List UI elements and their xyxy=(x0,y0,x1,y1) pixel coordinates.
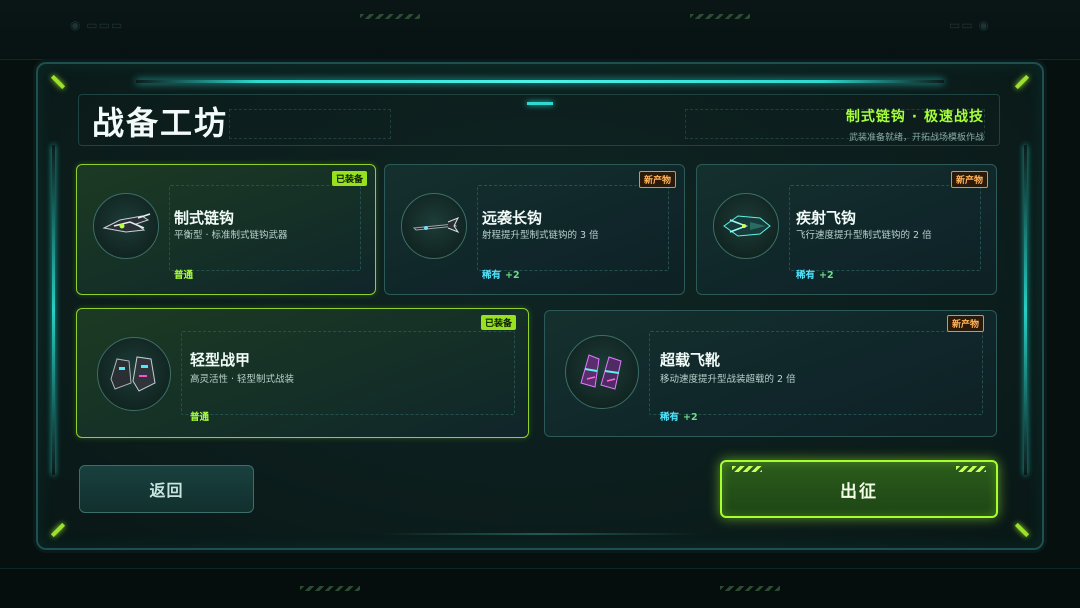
page-title: 战备工坊 xyxy=(92,104,229,142)
new-badge: 新产物 xyxy=(946,315,984,332)
item-card-overdrive-boots[interactable]: 新产物 超载飞靴 移动速度提升型战装超载的 2 倍 稀有 +2 xyxy=(544,310,997,437)
item-card-long-hook[interactable]: 新产物 远袭长钩 射程提升型制式链钩的 3 倍 稀有 +2 xyxy=(384,164,685,295)
item-description: 移动速度提升型战装超载的 2 倍 xyxy=(660,374,796,385)
hud-ghost-text: ▭▭ ◉ xyxy=(949,18,990,32)
item-rarity: 稀有 +2 xyxy=(660,412,698,423)
equipped-badge: 已装备 xyxy=(480,315,516,330)
top-hud-bar: ◉ ▭▭▭ ▭▭ ◉ xyxy=(0,0,1080,60)
item-description: 飞行速度提升型制式链钩的 2 倍 xyxy=(796,230,932,241)
item-rarity: 普通 xyxy=(174,270,194,281)
bottom-hud-bar xyxy=(0,568,1080,608)
equipped-badge: 已装备 xyxy=(331,171,367,186)
panel-bottom-deco xyxy=(380,533,700,535)
item-name: 疾射飞钩 xyxy=(796,209,857,227)
item-name: 轻型战甲 xyxy=(190,351,251,369)
back-button[interactable]: 返回 xyxy=(79,465,254,513)
item-card-chain-hook[interactable]: 已装备 制式链钩 平衡型 · 标准制式链钩武器 普通 xyxy=(76,164,376,295)
deploy-button-label: 出征 xyxy=(840,481,878,502)
button-stripe-deco xyxy=(732,466,762,472)
grapple-hook-icon xyxy=(93,193,159,259)
new-badge: 新产物 xyxy=(950,171,988,188)
panel-top-glow xyxy=(136,80,944,83)
button-stripe-deco xyxy=(956,466,986,472)
panel-left-glow xyxy=(52,145,55,475)
item-card-light-armor[interactable]: 已装备 轻型战甲 高灵活性 · 轻型制式战装 普通 xyxy=(76,308,529,438)
item-name: 制式链钩 xyxy=(174,209,235,227)
loadout-summary: 制式链钩 · 极速战技 武装准备就绪，开拓战场模板作战 xyxy=(846,106,984,143)
item-card-fast-hook[interactable]: 新产物 疾射飞钩 飞行速度提升型制式链钩的 2 倍 稀有 +2 xyxy=(696,164,997,295)
hud-hatch-deco xyxy=(300,586,360,591)
item-name: 超载飞靴 xyxy=(660,351,721,369)
loadout-title: 制式链钩 · 极速战技 xyxy=(845,109,984,125)
item-name: 远袭长钩 xyxy=(482,209,543,227)
fast-hook-icon xyxy=(713,193,779,259)
hud-hatch-deco xyxy=(720,586,780,591)
panel-right-glow xyxy=(1024,145,1027,475)
new-badge: 新产物 xyxy=(638,171,676,188)
deploy-button[interactable]: 出征 xyxy=(720,460,998,518)
hud-hatch-deco xyxy=(360,14,420,19)
light-armor-boots-icon xyxy=(97,337,171,411)
hud-hatch-deco xyxy=(690,14,750,19)
long-hook-icon xyxy=(401,193,467,259)
item-description: 平衡型 · 标准制式链钩武器 xyxy=(174,230,288,241)
item-description: 射程提升型制式链钩的 3 倍 xyxy=(482,230,599,241)
overdrive-boots-icon xyxy=(565,335,639,409)
hud-ghost-text: ◉ ▭▭▭ xyxy=(70,18,124,32)
item-rarity: 稀有 +2 xyxy=(482,270,520,281)
item-rarity: 稀有 +2 xyxy=(796,270,834,281)
item-description: 高灵活性 · 轻型制式战装 xyxy=(190,374,295,385)
loadout-subtitle: 武装准备就绪，开拓战场模板作战 xyxy=(848,133,984,143)
item-rarity: 普通 xyxy=(190,412,210,423)
